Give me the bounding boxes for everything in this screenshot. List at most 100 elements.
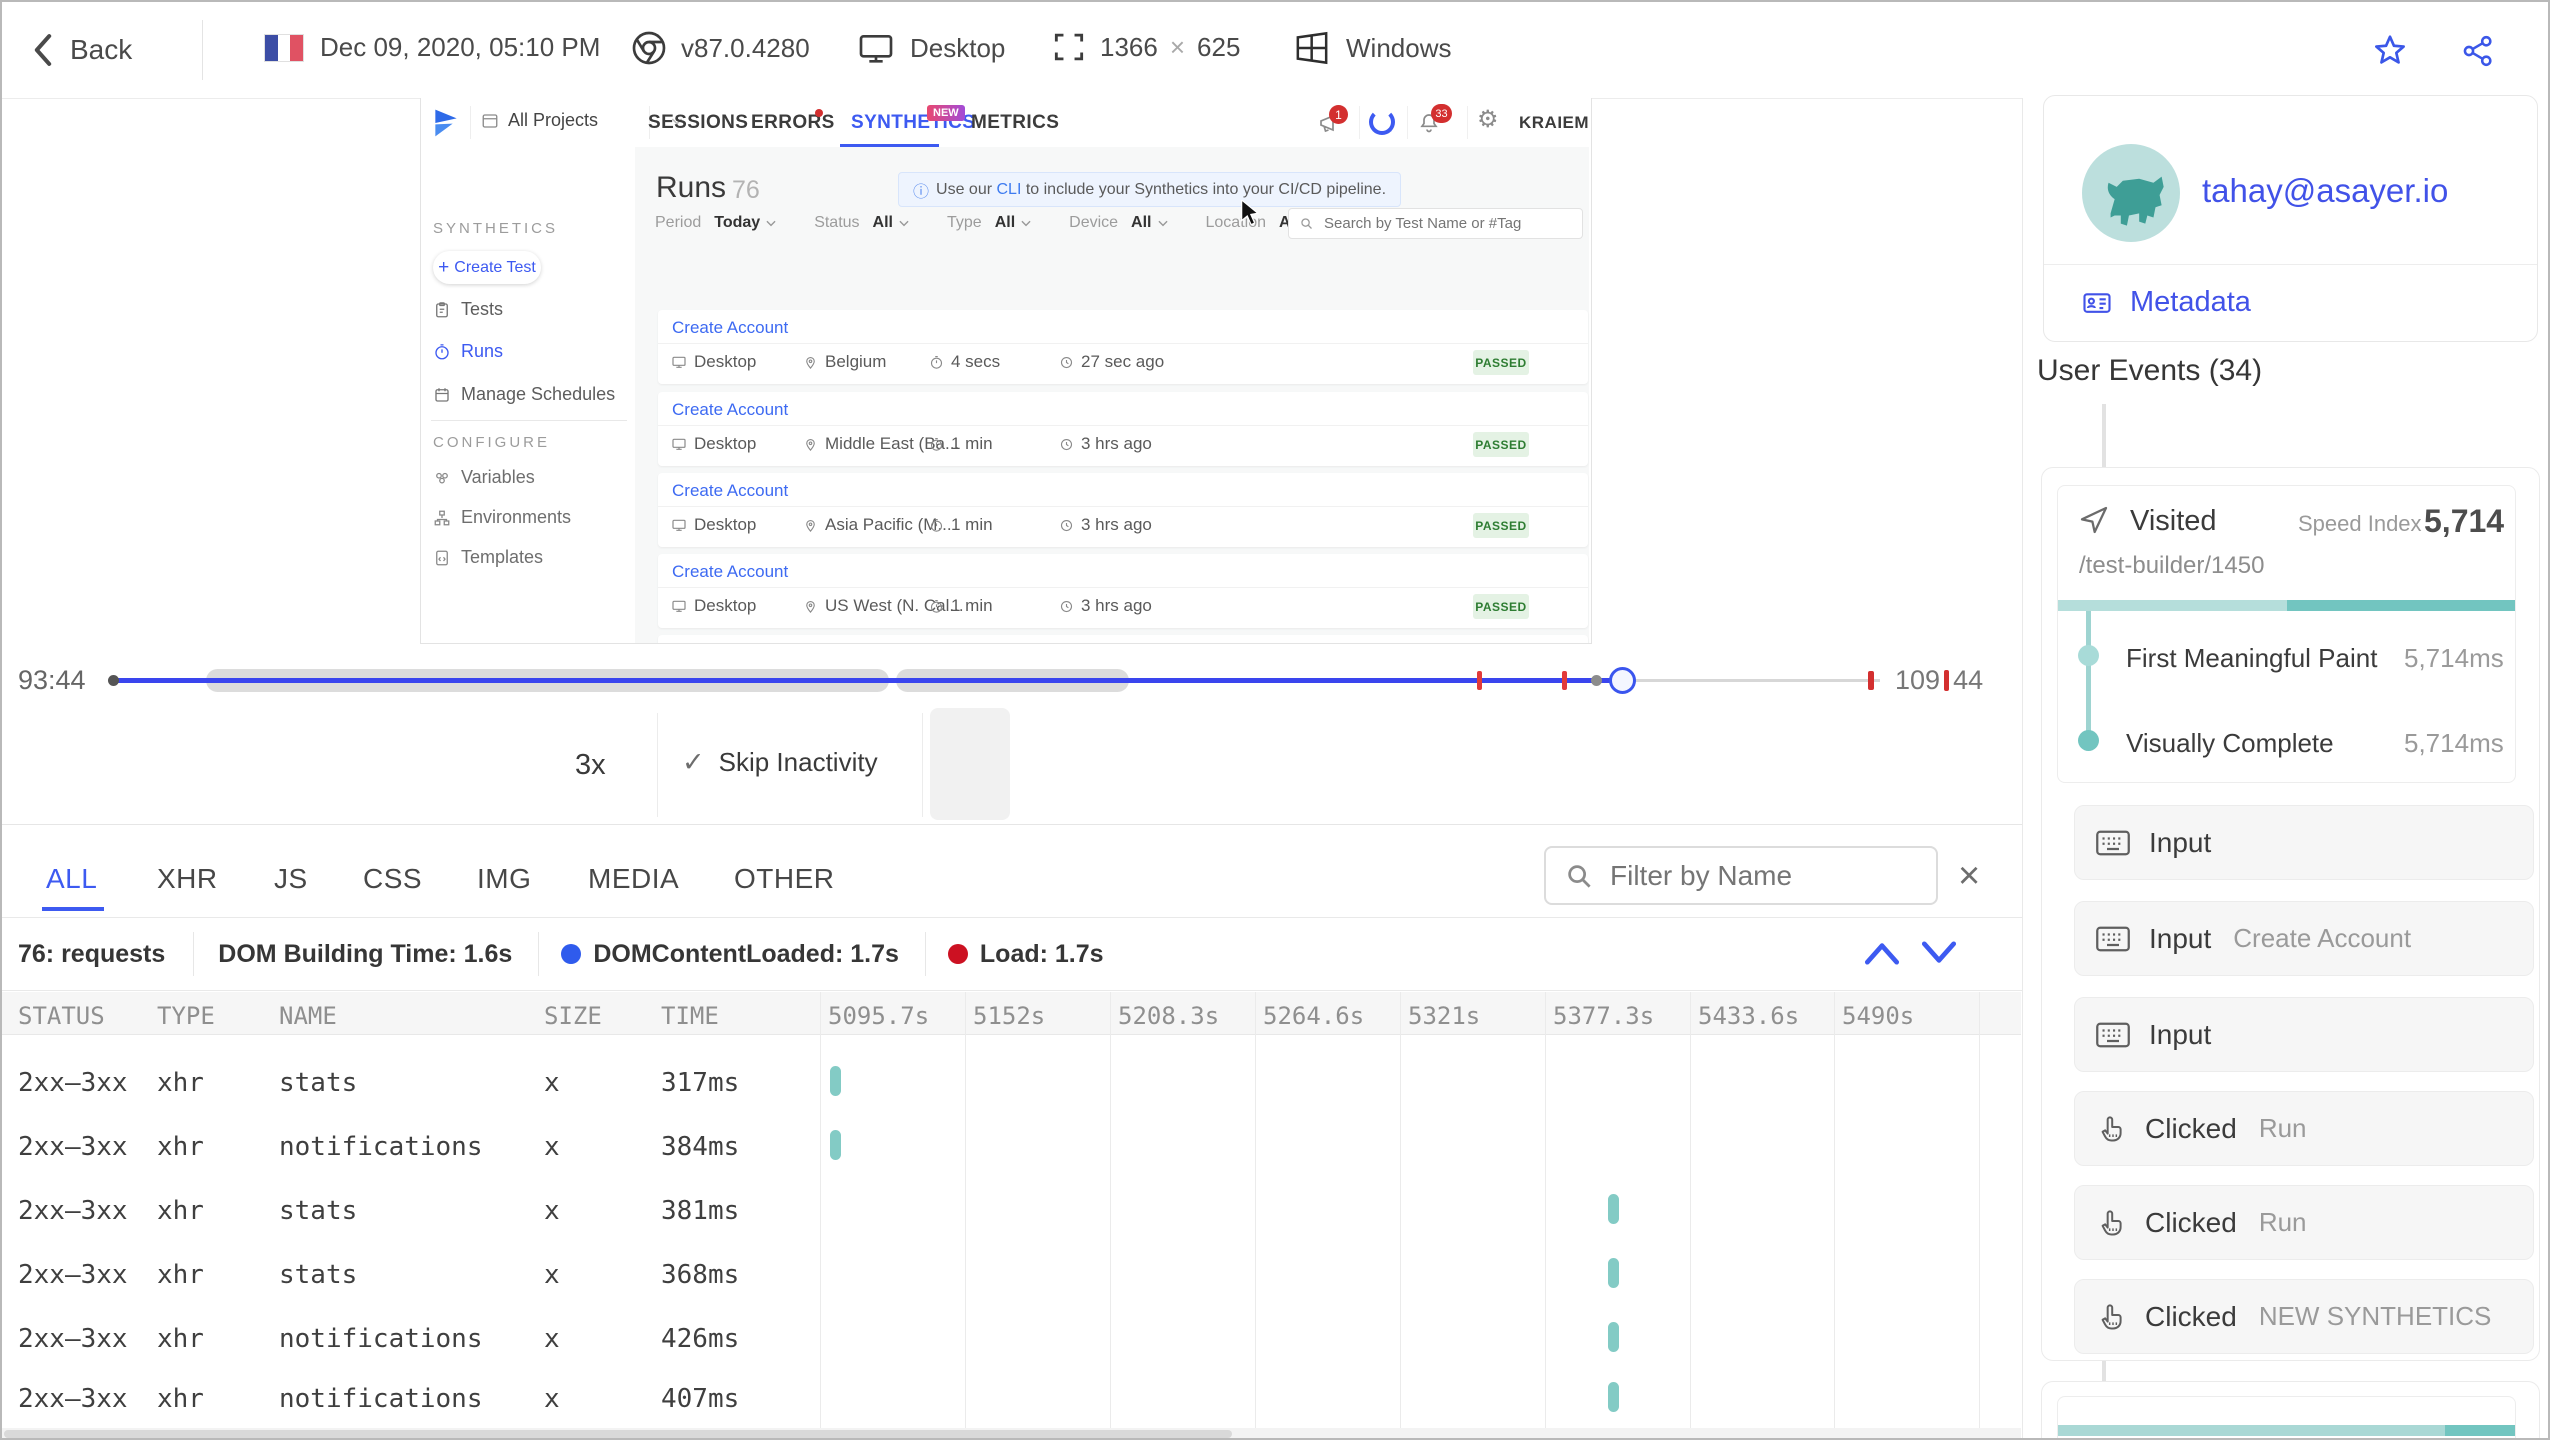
waterfall-tick: 5152s [973, 1002, 1046, 1030]
network-request-row[interactable]: 2xx–3xx xhr stats x 381ms [2, 1178, 2021, 1242]
runs-page: Runs 76 ⓘ Use our CLI to include your Sy… [635, 147, 1589, 643]
search-icon [1564, 861, 1594, 891]
timeline-remaining[interactable] [1622, 679, 1880, 682]
runs-search-box[interactable] [1288, 208, 1583, 239]
run-time-ago: 3 hrs ago [1059, 596, 1152, 616]
settings-gear-icon[interactable]: ⚙ [1477, 108, 1499, 132]
loading-spinner-icon [1369, 109, 1395, 135]
new-badge: NEW [927, 105, 965, 121]
tab-img[interactable]: IMG [477, 863, 531, 895]
event-action: Clicked [2145, 1206, 2237, 1238]
filter-type-value[interactable]: All [995, 214, 1015, 232]
run-name-link[interactable]: Create Account [672, 400, 788, 420]
user-email-link[interactable]: tahay@asayer.io [2202, 172, 2448, 210]
sidebar-item-manage-schedules[interactable]: Manage Schedules [433, 384, 615, 405]
sidebar-item-environments[interactable]: Environments [433, 507, 571, 528]
network-filter-box[interactable] [1544, 846, 1938, 905]
tab-sessions[interactable]: SESSIONS [648, 112, 748, 134]
horizontal-scrollbar-track[interactable] [2, 1428, 2021, 1438]
waterfall-tick: 5377.3s [1553, 1002, 1655, 1030]
filter-device-value[interactable]: All [1131, 214, 1151, 232]
tab-media[interactable]: MEDIA [588, 863, 679, 895]
network-request-row[interactable]: 2xx–3xx xhr stats x 368ms [2, 1242, 2021, 1306]
speed-index-value: 5,714 [2424, 503, 2505, 539]
event-item-clicked[interactable]: Clicked Run [2074, 1185, 2534, 1260]
favorite-star-icon[interactable] [2370, 32, 2410, 70]
back-button[interactable]: Back [30, 28, 132, 72]
event-item-input[interactable]: Input [2074, 997, 2534, 1072]
network-request-row[interactable]: 2xx–3xx xhr notifications x 407ms [2, 1366, 2021, 1430]
network-request-row[interactable]: 2xx–3xx xhr notifications x 384ms [2, 1114, 2021, 1178]
run-device: Desktop [671, 352, 756, 372]
metadata-label: Metadata [2130, 286, 2251, 318]
cell-time: 381ms [661, 1196, 740, 1226]
close-panel-icon[interactable]: × [1958, 857, 1980, 895]
visited-event-card-partial[interactable] [2057, 1396, 2516, 1438]
filter-period-value[interactable]: Today [714, 214, 760, 232]
run-card[interactable]: Create Account Desktop Middle East (Ba..… [658, 392, 1588, 466]
event-item-clicked[interactable]: Clicked Run [2074, 1091, 2534, 1166]
event-dot [1591, 675, 1602, 686]
status-badge: PASSED [1473, 594, 1529, 619]
tab-other[interactable]: OTHER [734, 863, 835, 895]
run-card[interactable]: Create Account Desktop Canada (Central) … [658, 635, 1588, 644]
run-card[interactable]: Create Account Desktop Asia Pacific (M..… [658, 473, 1588, 547]
filter-label: Device [1069, 214, 1119, 231]
user-menu[interactable]: KRAIEM [1519, 113, 1589, 133]
tab-js[interactable]: JS [274, 863, 308, 895]
create-test-button[interactable]: + Create Test [433, 251, 541, 284]
active-tab-underline [42, 907, 104, 911]
run-name-link[interactable]: Create Account [672, 318, 788, 338]
location-pin-icon [806, 519, 815, 532]
error-marker[interactable] [1477, 671, 1482, 690]
playhead[interactable] [1609, 667, 1636, 694]
event-item-input[interactable]: Input [2074, 805, 2534, 880]
dom-content-loaded: DOMContentLoaded: 1.7s [593, 939, 899, 968]
cell-status: 2xx–3xx [18, 1384, 128, 1414]
timeline-progress[interactable] [112, 678, 1622, 683]
tab-xhr[interactable]: XHR [157, 863, 218, 895]
screen-size-brackets-icon [1050, 28, 1088, 66]
error-marker[interactable] [1562, 671, 1567, 690]
visited-event-card[interactable]: Visited Speed Index 5,714 /test-builder/… [2057, 485, 2516, 783]
sidebar-item-runs[interactable]: Runs [433, 341, 503, 362]
run-card[interactable]: Create Account Desktop US West (N. Cal..… [658, 554, 1588, 628]
filter-status-value[interactable]: All [873, 214, 893, 232]
run-name-link[interactable]: Create Account [672, 643, 788, 644]
speed-toggle[interactable]: 3x [575, 749, 606, 782]
share-icon[interactable] [2458, 33, 2498, 69]
visually-complete-label: Visually Complete [2126, 728, 2334, 758]
jump-next-icon[interactable] [1917, 938, 1961, 968]
cell-type: xhr [157, 1068, 204, 1098]
create-test-label: Create Test [454, 258, 536, 276]
event-item-input[interactable]: Input Create Account [2074, 901, 2534, 976]
network-filter-input[interactable] [1608, 858, 1912, 893]
metadata-button[interactable]: Metadata [2080, 286, 2251, 319]
network-request-row[interactable]: 2xx–3xx xhr stats x 317ms [2, 1050, 2021, 1114]
waterfall-tick: 5208.3s [1118, 1002, 1220, 1030]
event-item-clicked[interactable]: Clicked NEW SYNTHETICS [2074, 1279, 2534, 1354]
horizontal-scrollbar-thumb[interactable] [4, 1430, 1232, 1438]
sidebar-item-tests[interactable]: Tests [433, 299, 503, 320]
run-card[interactable]: Create Account Desktop Belgium 4 secs 27… [658, 310, 1588, 384]
cell-name: notifications [279, 1132, 483, 1162]
device-label: Desktop [910, 32, 1006, 63]
jump-previous-icon[interactable] [1860, 938, 1904, 968]
events-connector-line [2102, 404, 2106, 468]
tab-metrics[interactable]: METRICS [971, 112, 1059, 134]
tab-css[interactable]: CSS [363, 863, 422, 895]
sidebar-item-variables[interactable]: Variables [433, 467, 535, 488]
monitor-icon [856, 28, 896, 68]
run-name-link[interactable]: Create Account [672, 481, 788, 501]
tab-all[interactable]: ALL [46, 863, 97, 895]
sidebar-item-templates[interactable]: Templates [433, 547, 543, 568]
status-badge: PASSED [1473, 350, 1529, 375]
error-marker[interactable] [1868, 671, 1874, 690]
run-name-link[interactable]: Create Account [672, 562, 788, 582]
runs-search-input[interactable] [1322, 214, 1566, 233]
monitor-icon [672, 519, 686, 531]
cli-link[interactable]: CLI [996, 181, 1021, 198]
run-duration: 4 secs [929, 352, 1000, 372]
network-request-row[interactable]: 2xx–3xx xhr notifications x 426ms [2, 1306, 2021, 1370]
skip-inactivity-toggle[interactable]: ✓ Skip Inactivity [682, 747, 878, 778]
